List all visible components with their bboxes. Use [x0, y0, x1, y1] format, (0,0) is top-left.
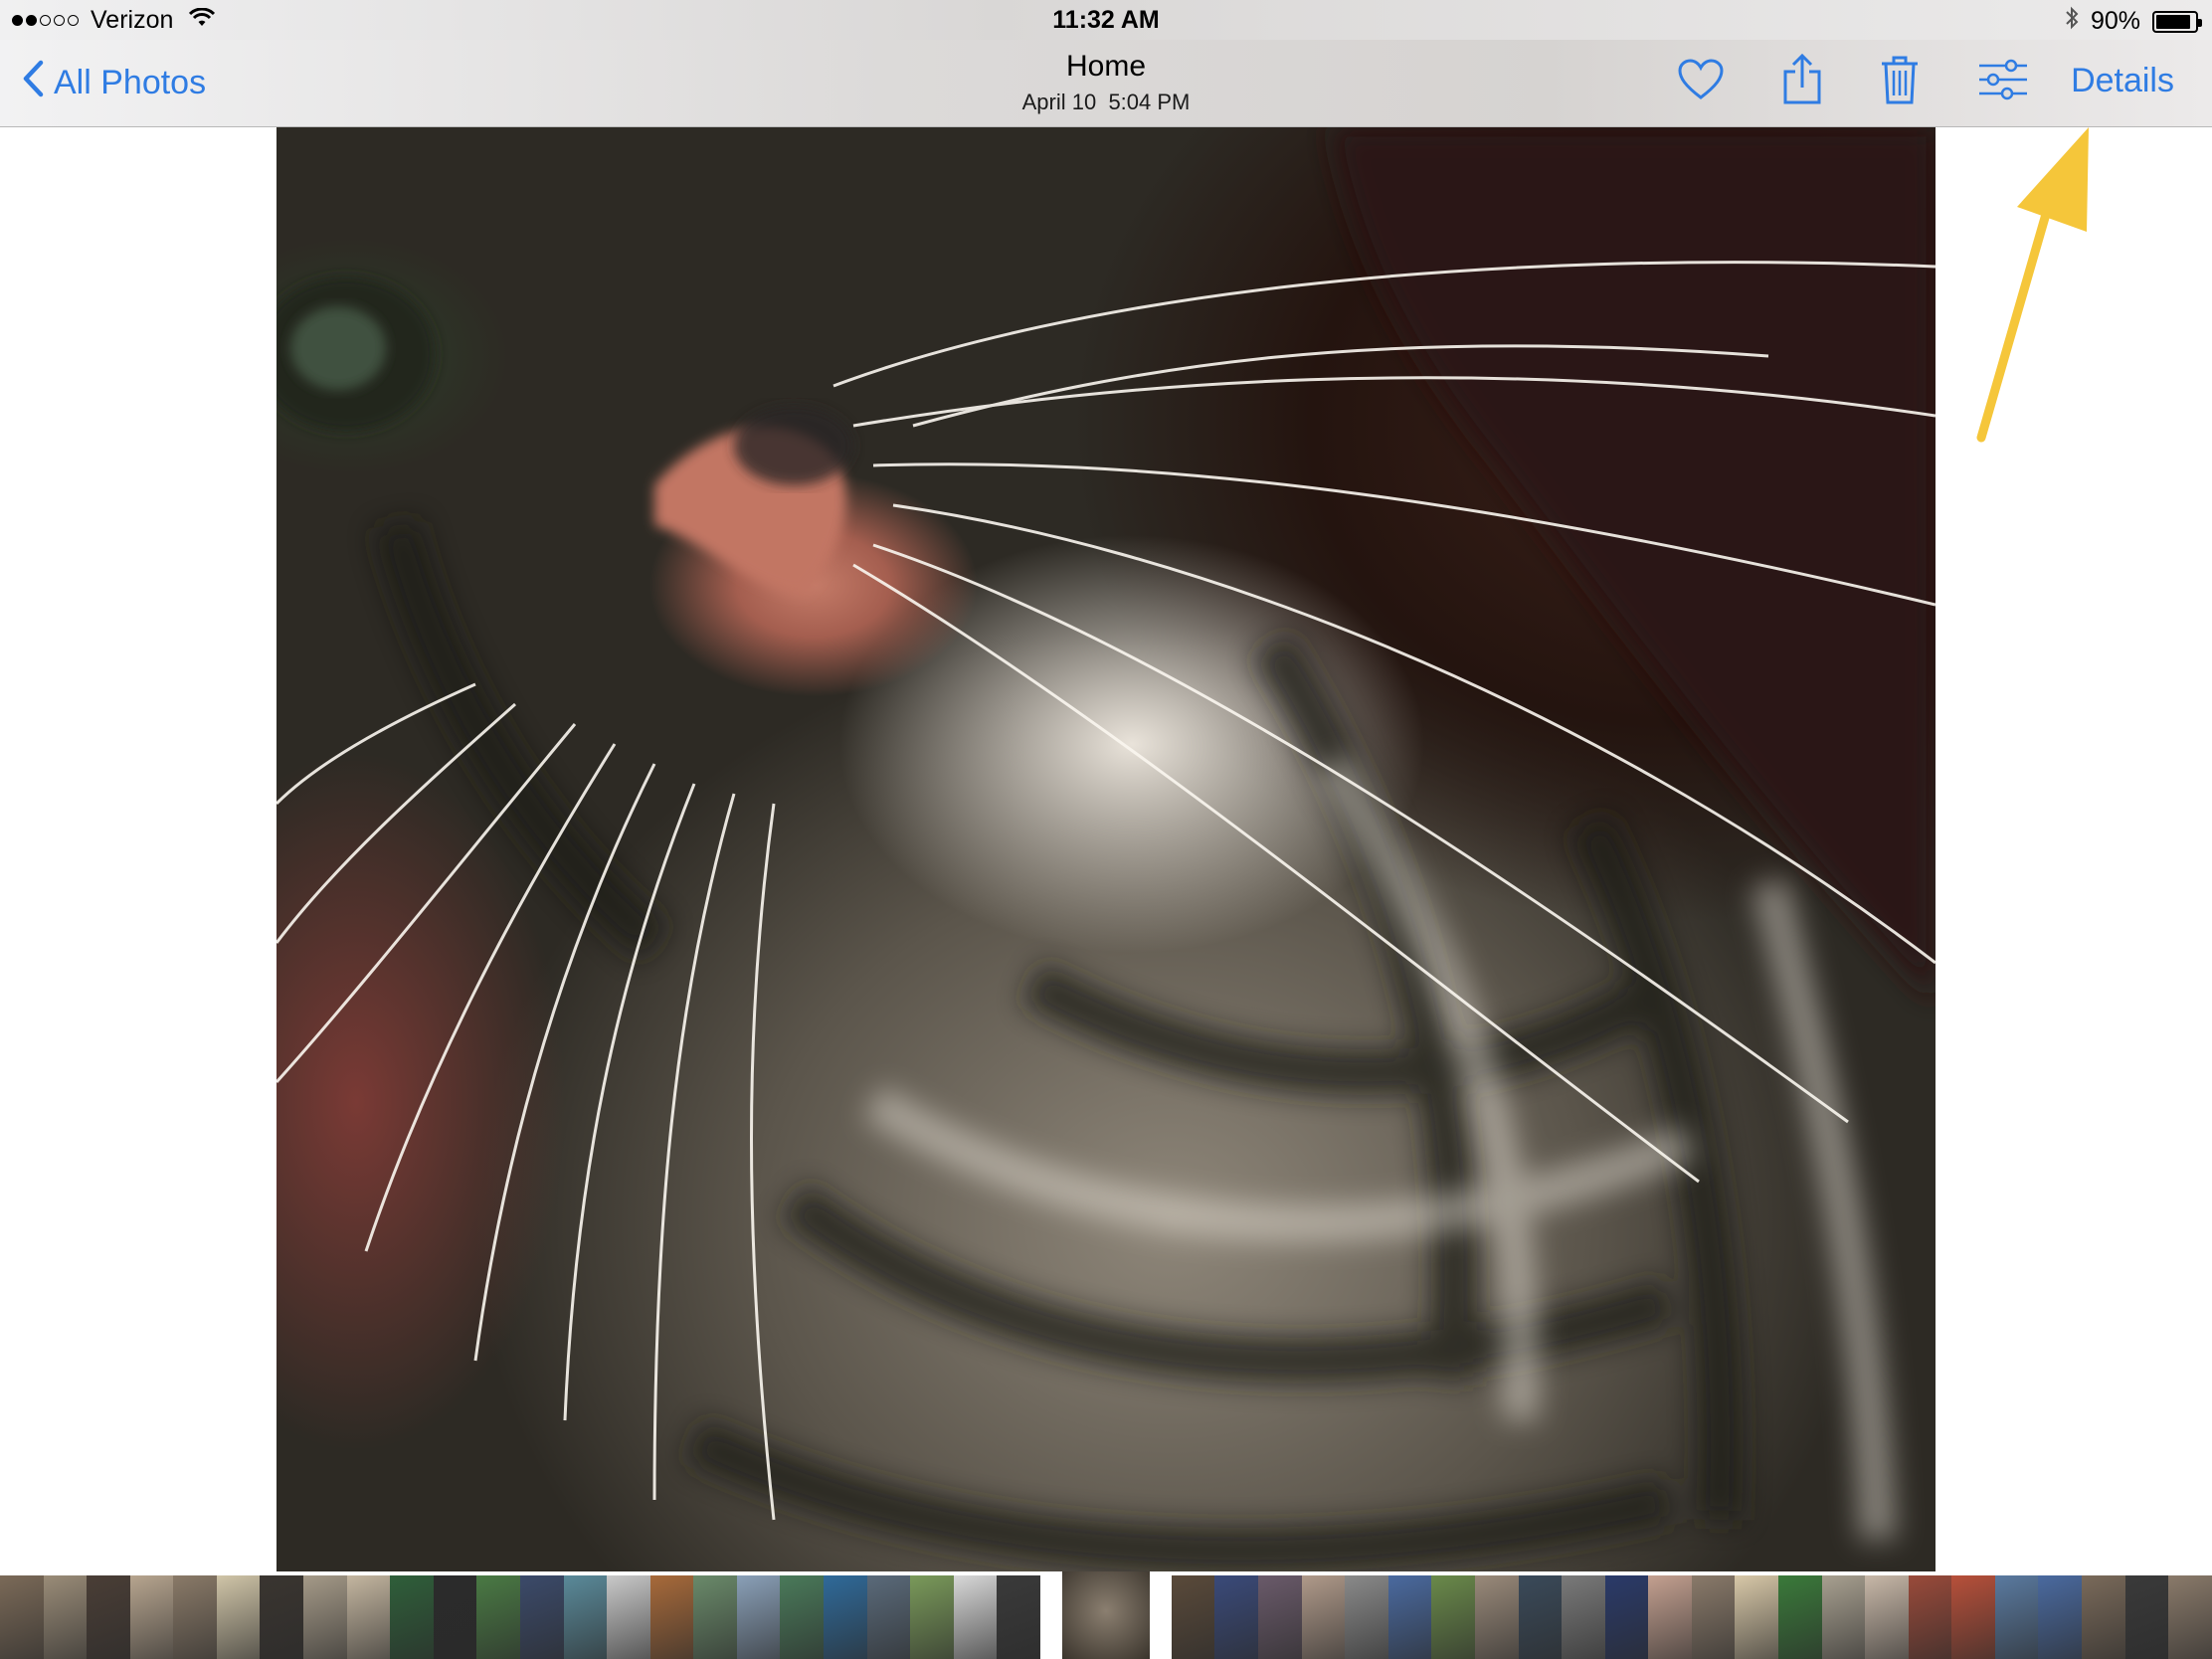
annotation-arrow: [1959, 117, 2109, 451]
filmstrip-thumbnail[interactable]: [1171, 1575, 1215, 1659]
status-right: 90%: [2065, 6, 2202, 37]
battery-percent: 90%: [2090, 7, 2140, 35]
cat-photo-drawing: [276, 127, 1936, 1571]
filmstrip-thumbnail[interactable]: [1908, 1575, 1952, 1659]
filmstrip-thumbnail[interactable]: [433, 1575, 477, 1659]
share-icon: [1781, 53, 1823, 110]
filmstrip-thumbnail[interactable]: [1258, 1575, 1302, 1659]
filmstrip-thumbnail[interactable]: [866, 1575, 911, 1659]
filmstrip-thumbnail[interactable]: [303, 1575, 347, 1659]
filmstrip-thumbnail[interactable]: [1474, 1575, 1519, 1659]
bluetooth-icon: [2065, 6, 2079, 37]
filmstrip-thumbnail[interactable]: [2082, 1575, 2125, 1659]
filmstrip-thumbnail[interactable]: [1865, 1575, 1909, 1659]
filmstrip-thumbnail[interactable]: [390, 1575, 434, 1659]
details-button[interactable]: Details: [2071, 62, 2174, 100]
filmstrip-thumbnail[interactable]: [997, 1575, 1040, 1659]
filmstrip-thumbnail[interactable]: [1648, 1575, 1692, 1659]
battery-fill: [2156, 14, 2191, 29]
filmstrip-thumbnail[interactable]: [910, 1575, 954, 1659]
main-photo[interactable]: [276, 127, 1936, 1571]
filmstrip-thumbnail[interactable]: [2038, 1575, 2083, 1659]
filmstrip-thumbnail[interactable]: [2124, 1575, 2169, 1659]
filmstrip-thumbnail[interactable]: [1562, 1575, 1605, 1659]
trash-icon: [1880, 54, 1920, 110]
favorite-button[interactable]: [1673, 54, 1729, 109]
filmstrip-thumbnail[interactable]: [1777, 1575, 1822, 1659]
filmstrip-thumbnail[interactable]: [1691, 1575, 1736, 1659]
filmstrip-thumbnail[interactable]: [216, 1575, 261, 1659]
filmstrip[interactable]: [0, 1571, 2212, 1659]
filmstrip-thumbnail[interactable]: [1735, 1575, 1778, 1659]
filmstrip-thumbnail[interactable]: [693, 1575, 737, 1659]
filmstrip-thumbnail[interactable]: [1951, 1575, 1995, 1659]
filmstrip-thumbnail[interactable]: [1345, 1575, 1388, 1659]
edit-button[interactable]: [1975, 54, 2031, 109]
filmstrip-thumbnail[interactable]: [823, 1575, 867, 1659]
filmstrip-thumbnail[interactable]: [260, 1575, 304, 1659]
filmstrip-thumbnail[interactable]: [476, 1575, 520, 1659]
filmstrip-thumbnail[interactable]: [953, 1575, 998, 1659]
filmstrip-thumbnail[interactable]: [1301, 1575, 1346, 1659]
filmstrip-thumbnail[interactable]: [1387, 1575, 1432, 1659]
filmstrip-thumbnail[interactable]: [607, 1575, 650, 1659]
filmstrip-thumbnail[interactable]: [563, 1575, 608, 1659]
filmstrip-thumbnail[interactable]: [1604, 1575, 1649, 1659]
filmstrip-thumbnail[interactable]: [649, 1575, 694, 1659]
filmstrip-thumbnail[interactable]: [519, 1575, 564, 1659]
share-button[interactable]: [1774, 53, 1830, 110]
filmstrip-thumbnail[interactable]: [1994, 1575, 2039, 1659]
filmstrip-thumbnail-selected[interactable]: [1061, 1571, 1150, 1659]
battery-nub: [2198, 18, 2202, 27]
filmstrip-thumbnail[interactable]: [346, 1575, 391, 1659]
filmstrip-thumbnail[interactable]: [1431, 1575, 1475, 1659]
filmstrip-thumbnail[interactable]: [736, 1575, 781, 1659]
battery-icon: [2152, 10, 2202, 33]
filmstrip-thumbnail[interactable]: [2168, 1575, 2212, 1659]
filmstrip-thumbnail[interactable]: [173, 1575, 217, 1659]
status-time: 11:32 AM: [1052, 6, 1160, 34]
heart-icon: [1677, 58, 1725, 105]
delete-button[interactable]: [1872, 54, 1928, 109]
filmstrip-thumbnail[interactable]: [780, 1575, 824, 1659]
filmstrip-thumbnail[interactable]: [0, 1575, 44, 1659]
adjust-icon: [1977, 58, 2029, 106]
nav-bar: All Photos Home April 10 5:04 PM Details: [0, 40, 2212, 127]
filmstrip-thumbnail[interactable]: [87, 1575, 130, 1659]
filmstrip-thumbnail[interactable]: [43, 1575, 88, 1659]
filmstrip-thumbnail[interactable]: [1821, 1575, 1866, 1659]
filmstrip-thumbnail[interactable]: [1518, 1575, 1563, 1659]
filmstrip-thumbnail[interactable]: [129, 1575, 174, 1659]
filmstrip-thumbnail[interactable]: [1214, 1575, 1259, 1659]
status-bar: Verizon 11:32 AM 90%: [0, 0, 2212, 40]
